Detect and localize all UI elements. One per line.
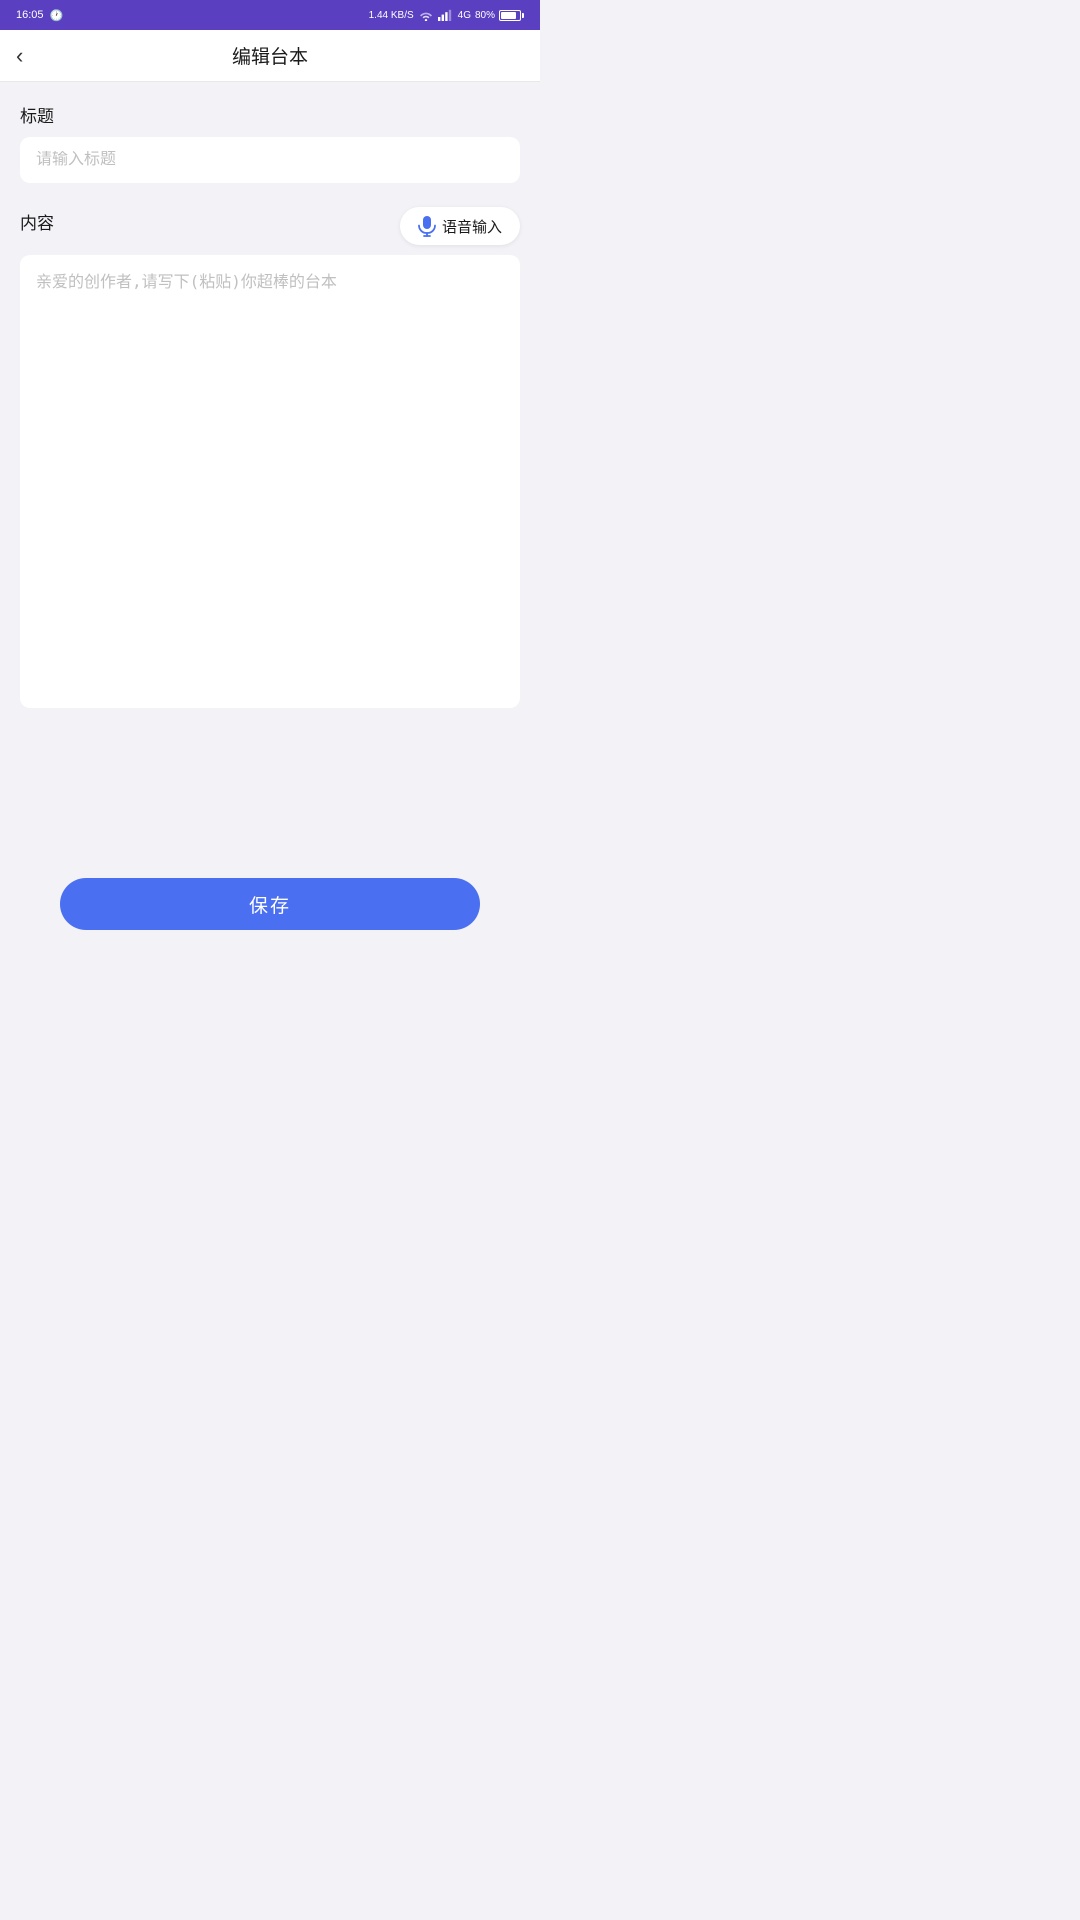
alarm-icon: 🕐 — [50, 9, 64, 22]
content-textarea-wrap — [20, 255, 520, 708]
time-display: 16:05 — [16, 9, 44, 21]
status-bar: 16:05 🕐 1.44 KB/S 4G 80% — [0, 0, 540, 30]
signal-icon — [438, 9, 454, 21]
content-label: 内容 — [20, 209, 54, 234]
page-title: 编辑台本 — [232, 42, 308, 69]
speed-display: 1.44 KB/S — [369, 10, 414, 21]
network-type: 4G — [458, 10, 471, 21]
title-input-wrap — [20, 137, 520, 183]
wifi-icon — [418, 9, 434, 21]
status-right: 1.44 KB/S 4G 80% — [369, 9, 524, 21]
microphone-icon — [418, 215, 436, 237]
voice-input-label: 语音输入 — [442, 216, 502, 237]
battery-percent: 80% — [475, 10, 495, 21]
save-button-wrap: 保存 — [60, 878, 480, 930]
content-textarea[interactable] — [36, 269, 504, 689]
battery-icon — [499, 10, 524, 21]
title-label: 标题 — [20, 102, 520, 127]
content-header: 内容 语音输入 — [20, 207, 520, 245]
title-input[interactable] — [36, 151, 504, 169]
save-button[interactable]: 保存 — [60, 878, 480, 930]
status-left: 16:05 🕐 — [16, 9, 63, 22]
main-content: 标题 内容 语音输入 — [0, 82, 540, 960]
voice-input-button[interactable]: 语音输入 — [400, 207, 520, 245]
back-button[interactable]: ‹ — [16, 45, 23, 67]
nav-bar: ‹ 编辑台本 — [0, 30, 540, 82]
